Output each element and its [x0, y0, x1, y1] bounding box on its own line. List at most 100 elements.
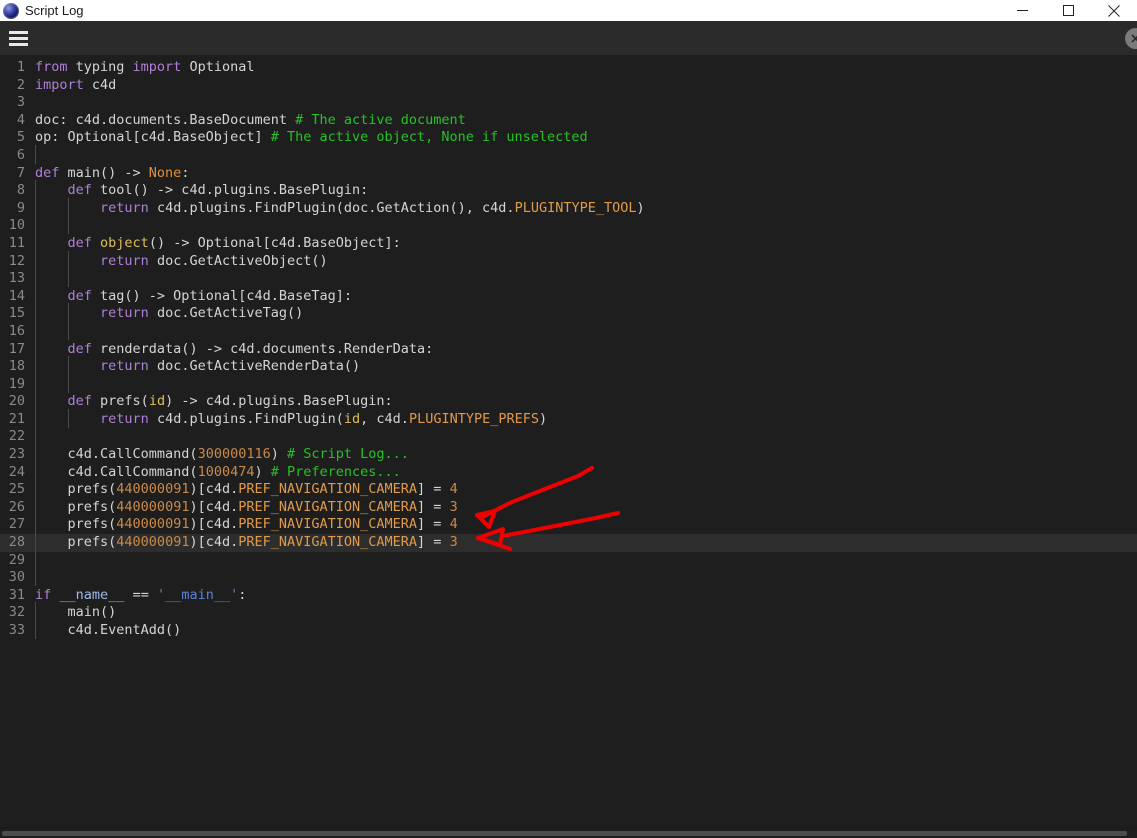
code-line-content[interactable]: return c4d.plugins.FindPlugin(doc.GetAct… — [30, 197, 1137, 218]
minimize-button[interactable] — [999, 0, 1045, 21]
code-line[interactable]: 11 def object() -> Optional[c4d.BaseObje… — [0, 232, 1137, 253]
code-line[interactable]: 20 def prefs(id) -> c4d.plugins.BasePlug… — [0, 391, 1137, 411]
maximize-button[interactable] — [1045, 0, 1091, 21]
code-line[interactable]: 22 — [0, 426, 1137, 446]
code-token: '__main__' — [156, 586, 239, 603]
code-line[interactable]: 18 return doc.GetActiveRenderData() — [0, 356, 1137, 376]
code-line[interactable]: 3 — [0, 94, 1137, 112]
code-token: c4d — [83, 76, 117, 93]
code-line-content[interactable]: return c4d.plugins.FindPlugin(id, c4d.PL… — [30, 408, 1137, 429]
code-line-content[interactable]: prefs(440000091)[c4d.PREF_NAVIGATION_CAM… — [30, 514, 1137, 534]
line-number: 21 — [8, 410, 25, 427]
indent-guide — [67, 373, 101, 394]
code-line-content[interactable]: def tool() -> c4d.plugins.BasePlugin: — [30, 180, 1137, 200]
code-editor[interactable]: 1 from typing import Optional 2 import c4d 3… — [0, 55, 1137, 827]
indent-guide — [35, 268, 68, 288]
code-line-content[interactable]: c4d.CallCommand(300000116) # Script Log.… — [30, 444, 1137, 464]
code-line-content[interactable] — [30, 549, 1137, 570]
code-line[interactable]: 29 — [0, 549, 1137, 570]
line-number: 5 — [16, 129, 25, 146]
code-line-content[interactable]: c4d.CallCommand(1000474) # Preferences..… — [30, 461, 1137, 482]
code-line-content[interactable]: def object() -> Optional[c4d.BaseObject]… — [30, 232, 1137, 253]
code-lines-container[interactable]: 1 from typing import Optional 2 import c4d 3… — [0, 55, 1137, 640]
indent-guide — [35, 408, 68, 429]
code-line-content[interactable]: return doc.GetActiveRenderData() — [30, 356, 1137, 376]
code-token: 3 — [449, 534, 458, 551]
code-line[interactable]: 16 — [0, 320, 1137, 341]
code-line-content[interactable]: import c4d — [30, 77, 1137, 95]
code-line-content[interactable]: main() — [30, 602, 1137, 622]
line-number: 10 — [8, 217, 25, 234]
code-line-content[interactable]: prefs(440000091)[c4d.PREF_NAVIGATION_CAM… — [30, 532, 1137, 552]
code-line[interactable]: 24 c4d.CallCommand(1000474) # Preference… — [0, 461, 1137, 482]
code-line[interactable]: 14 def tag() -> Optional[c4d.BaseTag]: — [0, 285, 1137, 306]
indent-guide — [35, 338, 68, 359]
code-line[interactable]: 7 def main() -> None: — [0, 165, 1137, 183]
code-line[interactable]: 9 return c4d.plugins.FindPlugin(doc.GetA… — [0, 197, 1137, 218]
code-line[interactable]: 19 — [0, 373, 1137, 394]
hamburger-menu-icon[interactable] — [5, 26, 31, 50]
code-line-content[interactable]: doc: c4d.documents.BaseDocument # The ac… — [30, 112, 1137, 130]
indent-guide — [35, 303, 68, 323]
code-token: return — [100, 252, 149, 269]
code-line[interactable]: 6 — [0, 145, 1137, 165]
code-line-content[interactable]: def renderdata() -> c4d.documents.Render… — [30, 338, 1137, 359]
close-button[interactable] — [1091, 0, 1137, 21]
code-line-content[interactable] — [30, 215, 1137, 235]
code-token: None — [148, 164, 182, 181]
line-number: 14 — [8, 287, 25, 304]
code-token: PREF_NAVIGATION_CAMERA — [238, 534, 418, 551]
code-line[interactable]: 27 prefs(440000091)[c4d.PREF_NAVIGATION_… — [0, 514, 1137, 534]
close-circle-icon[interactable] — [1125, 28, 1137, 49]
code-line[interactable]: 26 prefs(440000091)[c4d.PREF_NAVIGATION_… — [0, 496, 1137, 517]
indent-guide — [35, 567, 68, 587]
code-line-content[interactable] — [30, 145, 1137, 165]
code-line-content[interactable] — [30, 373, 1137, 394]
indent-guide — [35, 461, 68, 482]
code-line[interactable]: 2 import c4d — [0, 77, 1137, 95]
indent-guide — [35, 444, 68, 464]
code-line[interactable]: 31 if __name__ == '__main__': — [0, 587, 1137, 605]
code-line[interactable]: 33 c4d.EventAdd() — [0, 620, 1137, 640]
code-line[interactable]: 21 return c4d.plugins.FindPlugin(id, c4d… — [0, 408, 1137, 429]
code-line-content[interactable]: if __name__ == '__main__': — [30, 587, 1137, 605]
code-line-content[interactable]: prefs(440000091)[c4d.PREF_NAVIGATION_CAM… — [30, 479, 1137, 499]
code-token: prefs( — [67, 516, 117, 533]
code-token: # The active document — [295, 111, 466, 128]
code-line-content[interactable] — [30, 567, 1137, 587]
code-token: return — [100, 199, 149, 216]
code-line-content[interactable]: c4d.EventAdd() — [30, 620, 1137, 640]
code-line[interactable]: 13 — [0, 268, 1137, 288]
code-line-content[interactable] — [30, 426, 1137, 446]
code-token: # The active object, None if unselected — [270, 129, 588, 146]
line-number: 23 — [8, 446, 25, 463]
code-line[interactable]: 8 def tool() -> c4d.plugins.BasePlugin: — [0, 180, 1137, 200]
code-line[interactable]: 23 c4d.CallCommand(300000116) # Script L… — [0, 444, 1137, 464]
code-line[interactable]: 25 prefs(440000091)[c4d.PREF_NAVIGATION_… — [0, 479, 1137, 499]
code-line[interactable]: 30 — [0, 567, 1137, 587]
code-line[interactable]: 15 return doc.GetActiveTag() — [0, 303, 1137, 323]
code-line[interactable]: 4 doc: c4d.documents.BaseDocument # The a… — [0, 112, 1137, 130]
code-line[interactable]: 32 main() — [0, 602, 1137, 622]
code-line-content[interactable]: op: Optional[c4d.BaseObject] # The activ… — [30, 129, 1137, 147]
horizontal-scrollbar[interactable] — [0, 827, 1137, 838]
code-line-content[interactable] — [30, 320, 1137, 341]
code-line-content[interactable] — [30, 94, 1137, 112]
code-line[interactable]: 10 — [0, 215, 1137, 235]
code-line[interactable]: 5 op: Optional[c4d.BaseObject] # The acti… — [0, 129, 1137, 147]
code-line-content[interactable]: def tag() -> Optional[c4d.BaseTag]: — [30, 285, 1137, 306]
code-line[interactable]: 17 def renderdata() -> c4d.documents.Ren… — [0, 338, 1137, 359]
code-line-content[interactable]: def main() -> None: — [30, 165, 1137, 183]
code-line[interactable]: 12 return doc.GetActiveObject() — [0, 250, 1137, 271]
line-number: 9 — [16, 199, 25, 216]
horizontal-scrollbar-thumb[interactable] — [2, 831, 1127, 836]
code-line-content[interactable]: def prefs(id) -> c4d.plugins.BasePlugin: — [30, 391, 1137, 411]
code-line[interactable]: 1 from typing import Optional — [0, 59, 1137, 77]
indent-guide — [35, 250, 68, 271]
code-line-content[interactable] — [30, 268, 1137, 288]
code-line-content[interactable]: return doc.GetActiveObject() — [30, 250, 1137, 271]
code-line-content[interactable]: return doc.GetActiveTag() — [30, 303, 1137, 323]
code-line-content[interactable]: from typing import Optional — [30, 59, 1137, 77]
code-line[interactable]: 28 prefs(440000091)[c4d.PREF_NAVIGATION_… — [0, 532, 1137, 552]
code-line-content[interactable]: prefs(440000091)[c4d.PREF_NAVIGATION_CAM… — [30, 496, 1137, 517]
